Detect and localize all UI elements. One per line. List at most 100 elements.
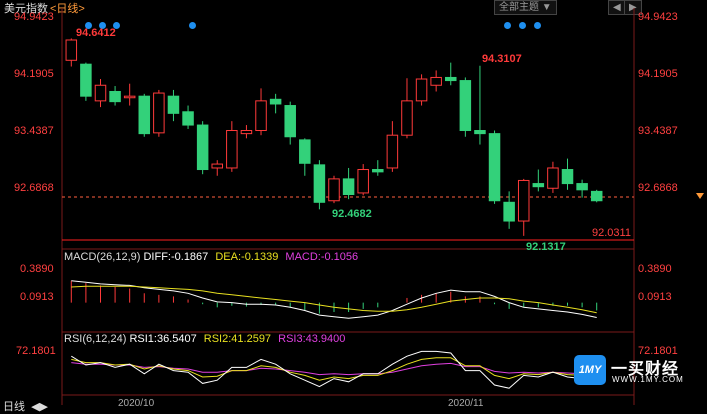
low-annotation-right: 92.1317 xyxy=(526,241,566,253)
candle xyxy=(153,89,165,137)
candle-body xyxy=(284,105,296,138)
candle-body xyxy=(503,201,515,222)
candle-body xyxy=(255,100,267,132)
candle-body xyxy=(576,183,588,191)
rsi-header: RSI(6,12,24) RSI1:36.5407 RSI2:41.2597 R… xyxy=(64,333,345,345)
candle-body xyxy=(269,98,282,105)
candle xyxy=(532,169,545,192)
candle-body xyxy=(474,130,486,135)
candle xyxy=(590,189,603,203)
candle-body xyxy=(182,111,194,126)
brand-url: WWW.1MY.COM xyxy=(612,375,684,384)
candle-body xyxy=(299,139,311,164)
candle xyxy=(123,83,136,106)
high-annotation-right: 94.3107 xyxy=(482,53,522,65)
candle-body xyxy=(80,63,92,97)
candle xyxy=(226,121,238,172)
candle-body xyxy=(313,164,326,203)
candle-body xyxy=(328,178,340,202)
candle xyxy=(138,93,151,137)
rsi2-line xyxy=(71,357,597,381)
candle xyxy=(488,130,501,204)
candle-body xyxy=(226,130,238,169)
high-annotation-left: 94.6412 xyxy=(76,27,116,39)
candle-body xyxy=(65,39,78,61)
logo-icon: 1MY xyxy=(574,355,606,385)
candle-body xyxy=(532,183,545,188)
rsi-axis-left: 72.1801 xyxy=(16,345,56,357)
macd-series xyxy=(70,280,598,319)
rsi-label: RSI(6,12,24) xyxy=(64,333,127,345)
macd-header: MACD(26,12,9) DIFF:-0.1867 DEA:-0.1339 M… xyxy=(64,251,358,263)
rsi1-line xyxy=(71,350,597,389)
candle-body xyxy=(109,90,121,103)
candle xyxy=(459,77,472,137)
candle-body xyxy=(153,92,165,134)
candle xyxy=(196,121,209,175)
candle xyxy=(401,78,413,139)
candle xyxy=(94,79,107,108)
candle xyxy=(109,86,121,106)
macd-dea-value: DEA:-0.1339 xyxy=(215,251,279,263)
candle-body xyxy=(430,76,442,86)
rsi1-value: RSI1:36.5407 xyxy=(129,333,197,345)
candle xyxy=(167,89,180,122)
candle-body xyxy=(401,100,413,136)
candle-body xyxy=(372,169,384,173)
candle xyxy=(299,138,311,176)
macd-axis-left-1: 0.0913 xyxy=(20,291,54,303)
price-marker-icon xyxy=(696,193,704,199)
candle-body xyxy=(357,169,369,194)
candle-body xyxy=(342,178,355,195)
rsi-series xyxy=(71,350,597,389)
candle-body xyxy=(590,190,603,202)
macd-axis-left-0: 0.3890 xyxy=(20,263,54,275)
macd-axis-right-1: 0.0913 xyxy=(638,291,672,303)
candle-body xyxy=(94,84,107,102)
rsi3-line xyxy=(71,362,597,376)
low-annotation-left: 92.4682 xyxy=(332,208,372,220)
candle xyxy=(342,167,355,200)
candle xyxy=(328,175,340,204)
candle xyxy=(561,158,574,190)
candle xyxy=(415,74,428,106)
candle-body xyxy=(415,78,428,102)
x-axis-label-0: 2020/10 xyxy=(118,398,155,409)
chart-canvas[interactable] xyxy=(0,0,707,412)
candle-body xyxy=(386,134,399,169)
chevron-right-icon: ▶ xyxy=(39,401,48,413)
candle xyxy=(474,65,486,145)
candle xyxy=(386,121,399,172)
candle-body xyxy=(167,95,180,114)
candle-body xyxy=(488,133,501,202)
candle xyxy=(284,101,296,145)
candle-body xyxy=(547,167,559,189)
candle xyxy=(357,164,369,196)
candle xyxy=(372,160,384,176)
watermark: 1MY 一买财经 WWW.1MY.COM xyxy=(574,355,704,385)
macd-label: MACD(26,12,9) xyxy=(64,251,141,263)
candle xyxy=(65,38,78,67)
candle-body xyxy=(196,124,209,171)
candle-body xyxy=(123,95,136,99)
period-label: 日线 xyxy=(3,401,25,413)
rsi3-value: RSI3:43.9400 xyxy=(278,333,346,345)
candle-body xyxy=(211,163,223,169)
candle xyxy=(269,93,282,114)
candle xyxy=(445,62,457,86)
candle xyxy=(547,161,559,193)
candle-body xyxy=(459,80,472,132)
candle xyxy=(255,88,267,136)
candle xyxy=(576,179,588,198)
candle xyxy=(182,105,194,129)
candle-body xyxy=(240,130,253,135)
macd-diff-value: DIFF:-0.1867 xyxy=(143,251,209,263)
candle-body xyxy=(561,169,574,185)
rsi2-value: RSI2:41.2597 xyxy=(203,333,272,345)
candle xyxy=(313,160,326,210)
macd-axis-right-0: 0.3890 xyxy=(638,263,672,275)
macd-macd-value: MACD:-0.1056 xyxy=(285,251,359,263)
candle xyxy=(430,70,442,92)
candle xyxy=(240,125,253,139)
candle-body xyxy=(138,95,151,135)
